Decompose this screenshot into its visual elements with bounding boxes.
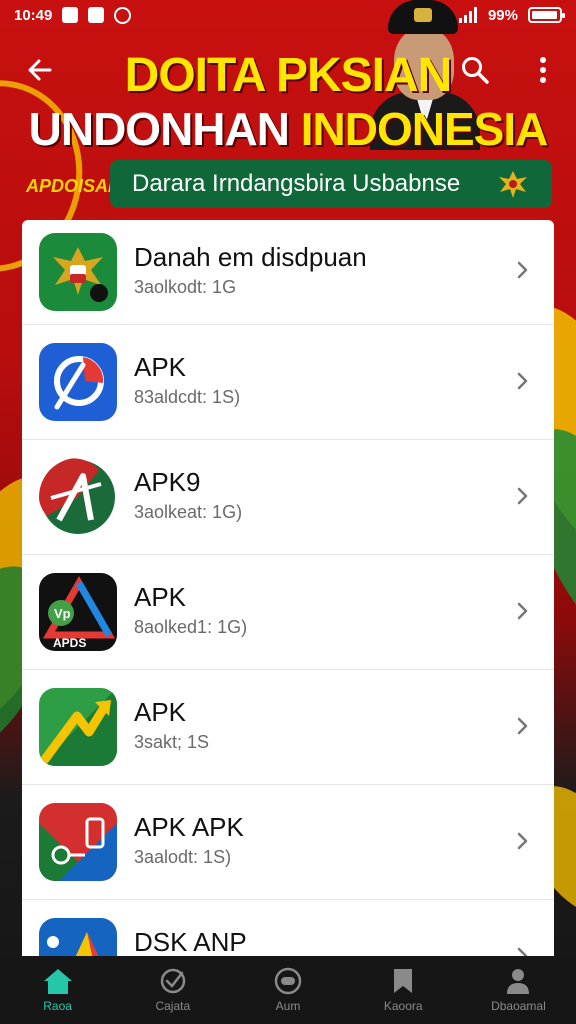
app-screen: 10:49 99% DOITA PKSIAN UNDONHAN INDONESI… (0, 0, 576, 1024)
chevron-right-icon (517, 487, 528, 505)
header: DOITA PKSIAN UNDONHAN INDONESIA APDOISAF… (0, 0, 576, 220)
dsk-app-icon (39, 918, 117, 956)
svg-text:Vp: Vp (54, 606, 71, 621)
apk-app-icon (39, 343, 117, 421)
app-list: Danah em disdpuan 3aolkodt: 1G APK 83ald… (22, 220, 554, 956)
profile-icon (507, 969, 530, 994)
chevron-right-icon (517, 602, 528, 620)
app-name: Danah em disdpuan (134, 242, 367, 272)
category-banner[interactable]: Darara Irndangsbira Usbabnse (110, 160, 552, 208)
battery-icon (528, 7, 565, 23)
apk-green-app-icon (39, 688, 117, 766)
app-name: APK APK (134, 812, 244, 842)
garuda-app-icon (39, 233, 117, 311)
app-name: DSK ANP (134, 927, 247, 956)
app-meta: 3aalodt: 1S) (134, 847, 232, 867)
app-name: APK9 (134, 467, 201, 497)
chevron-right-icon (517, 947, 528, 956)
nav-item-profile[interactable]: Dbaoamal (461, 956, 576, 1024)
battery-percent: 99% (487, 6, 518, 24)
nav-label: Aum (275, 999, 301, 1013)
title-word: UNDONHAN (28, 103, 290, 155)
page-title-line2: UNDONHAN INDONESIA (0, 102, 576, 156)
cap-badge (414, 8, 432, 22)
nav-label: Cajata (155, 999, 191, 1013)
list-item[interactable]: APK APK 3aalodt: 1S) (22, 785, 554, 900)
app-name: APK (134, 352, 187, 382)
chevron-right-icon (517, 832, 528, 850)
nav-item-bookmarks[interactable]: Kaoora (346, 956, 461, 1024)
app-name: APK (134, 697, 187, 727)
bookmark-icon (394, 969, 413, 993)
app-meta: 3aolkeat: 1G) (134, 502, 243, 522)
app-name: APK (134, 582, 187, 612)
garuda-emblem-icon (499, 171, 527, 198)
title-word: INDONESIA (300, 103, 549, 155)
status-left: 10:49 (14, 6, 132, 24)
nav-item-apps[interactable]: Cajata (115, 956, 230, 1024)
chat-icon (274, 967, 302, 995)
brand-label: APDOISAF (26, 176, 120, 196)
list-item[interactable]: Vp APDS APK 8aolked1: 1G) (22, 555, 554, 670)
nav-item-chat[interactable]: Aum (230, 956, 345, 1024)
app-meta: 8aolked1: 1G) (134, 617, 248, 637)
bottom-navigation: Raoa Cajata Aum Kaoora Dbaoamal (0, 956, 576, 1024)
status-time: 10:49 (14, 6, 53, 24)
apk-apk-app-icon (39, 803, 117, 881)
list-item[interactable]: DSK ANP (22, 900, 554, 956)
chevron-right-icon (517, 261, 528, 279)
banner-text: Darara Irndangsbira Usbabnse (132, 170, 461, 197)
notification-icon (88, 7, 105, 23)
list-item[interactable]: APK 3sakt; 1S (22, 670, 554, 785)
home-icon (43, 969, 72, 994)
chevron-right-icon (517, 372, 528, 390)
apk9-app-icon (39, 458, 117, 536)
chevron-right-icon (517, 717, 528, 735)
nav-label: Raoa (43, 999, 72, 1013)
apps-icon (160, 968, 186, 994)
nav-label: Dbaoamal (491, 999, 546, 1013)
apk-dark-app-icon: Vp APDS (39, 573, 117, 651)
app-meta: 3aolkodt: 1G (134, 277, 237, 297)
svg-text:APDS: APDS (53, 636, 86, 650)
nav-label: Kaoora (383, 999, 423, 1013)
notification-icon (114, 6, 132, 24)
notification-icon (62, 7, 79, 23)
nav-item-home[interactable]: Raoa (0, 956, 115, 1024)
status-bar: 10:49 99% (0, 0, 576, 30)
list-item[interactable]: Danah em disdpuan 3aolkodt: 1G (22, 220, 554, 325)
app-meta: 3sakt; 1S (134, 732, 210, 752)
app-meta: 83aldcdt: 1S) (134, 387, 241, 407)
list-item[interactable]: APK9 3aolkeat: 1G) (22, 440, 554, 555)
list-item[interactable]: APK 83aldcdt: 1S) (22, 325, 554, 440)
page-title-line1: DOITA PKSIAN (124, 49, 453, 102)
